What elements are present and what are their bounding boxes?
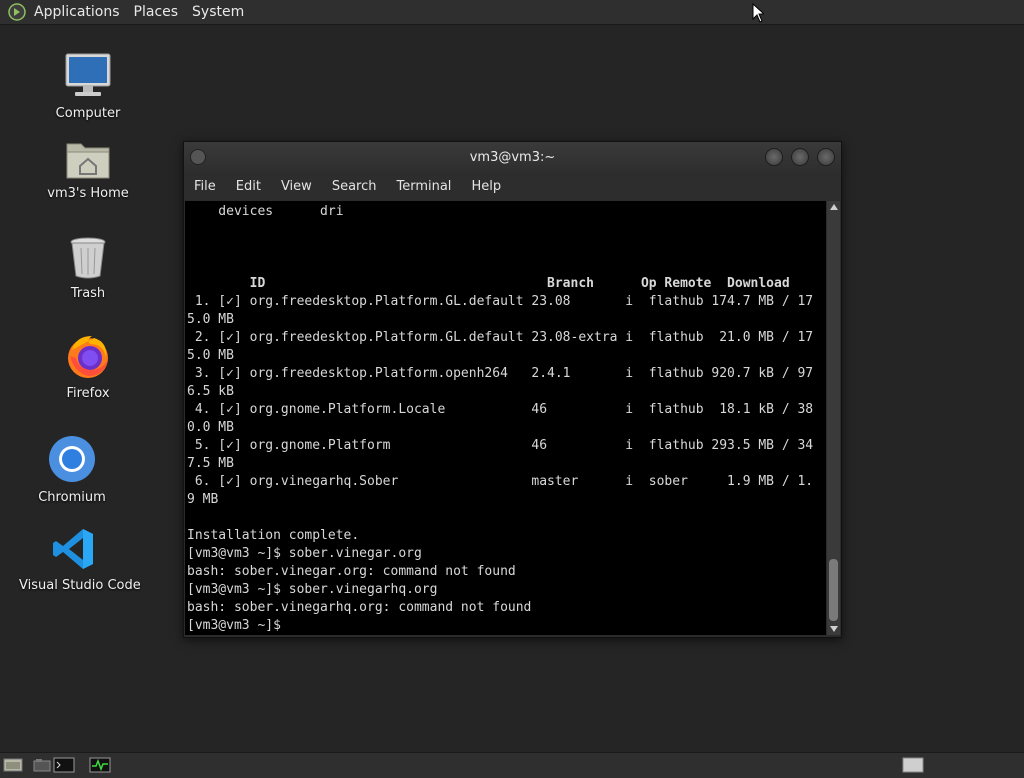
terminal-line: Installation complete. [187, 528, 360, 543]
desktop-icon-label: Computer [55, 106, 121, 121]
trash-icon [70, 237, 106, 279]
distro-logo-icon[interactable] [8, 3, 26, 21]
terminal-line: [vm3@vm3 ~]$ [187, 618, 289, 633]
terminal-line: bash: sober.vinegarhq.org: command not f… [187, 600, 532, 615]
desktop-icon-computer[interactable]: Computer [33, 44, 143, 121]
terminal-line: 1. [✓] org.freedesktop.Platform.GL.defau… [187, 294, 814, 309]
menu-help[interactable]: Help [471, 179, 501, 194]
terminal-line: 7.5 MB [187, 456, 234, 471]
terminal-line: 6.5 kB [187, 384, 234, 399]
terminal-launcher-icon[interactable] [53, 757, 75, 777]
menu-search[interactable]: Search [332, 179, 377, 194]
menu-places[interactable]: Places [134, 4, 179, 20]
desktop-icon-label: vm3's Home [47, 186, 129, 201]
desktop-icon-chromium[interactable]: Chromium [17, 428, 127, 505]
terminal-line: 5.0 MB [187, 348, 234, 363]
scroll-up-arrow-icon[interactable] [830, 204, 838, 210]
terminal-line: bash: sober.vinegar.org: command not fou… [187, 564, 516, 579]
terminal-window[interactable]: vm3@vm3:~ File Edit View Search Terminal… [183, 141, 842, 638]
mouse-cursor-icon [752, 2, 766, 27]
menu-file[interactable]: File [194, 179, 216, 194]
terminal-line: 6. [✓] org.vinegarhq.Sober master i sobe… [187, 474, 814, 489]
terminal-line: 2. [✓] org.freedesktop.Platform.GL.defau… [187, 330, 814, 345]
terminal-line: [vm3@vm3 ~]$ sober.vinegarhq.org [187, 582, 438, 597]
firefox-icon [68, 336, 108, 378]
file-manager-launcher-icon[interactable] [33, 757, 51, 777]
menu-edit[interactable]: Edit [236, 179, 261, 194]
desktop-icon-trash[interactable]: Trash [33, 224, 143, 301]
terminal-line: 0.0 MB [187, 420, 234, 435]
show-desktop-icon[interactable] [3, 757, 23, 777]
desktop-icon-label: Visual Studio Code [19, 578, 141, 593]
terminal-output[interactable]: devices dri ID Branch Op Remote Download… [185, 201, 826, 635]
maximize-button[interactable] [791, 148, 809, 166]
window-menu-icon[interactable] [190, 149, 206, 165]
menu-terminal[interactable]: Terminal [396, 179, 451, 194]
system-monitor-launcher-icon[interactable] [89, 757, 111, 777]
scrollbar-thumb[interactable] [829, 559, 838, 621]
home-folder-icon [66, 143, 110, 179]
desktop-icon-label: Chromium [38, 490, 106, 505]
terminal-menubar: File Edit View Search Terminal Help [184, 172, 841, 200]
desktop-icon-label: Firefox [66, 386, 110, 401]
window-titlebar[interactable]: vm3@vm3:~ [184, 142, 841, 172]
desktop-icon-label: Trash [70, 286, 106, 301]
close-button[interactable] [817, 148, 835, 166]
desktop-icon-vscode[interactable]: Visual Studio Code [19, 516, 141, 593]
top-panel: Applications Places System [0, 0, 1024, 25]
workspace-switcher[interactable] [902, 757, 924, 777]
vscode-icon [53, 529, 93, 569]
terminal-line: [vm3@vm3 ~]$ sober.vinegar.org [187, 546, 422, 561]
terminal-line: 5. [✓] org.gnome.Platform 46 i flathub 2… [187, 438, 814, 453]
menu-view[interactable]: View [281, 179, 312, 194]
terminal-line: 9 MB [187, 492, 219, 507]
chromium-icon [49, 436, 95, 482]
scroll-down-arrow-icon[interactable] [830, 626, 838, 632]
menu-system[interactable]: System [192, 4, 244, 20]
menu-applications[interactable]: Applications [34, 4, 120, 20]
desktop-icon-home[interactable]: vm3's Home [33, 124, 143, 201]
terminal-line: ID Branch Op Remote Download [187, 276, 790, 291]
desktop-icon-firefox[interactable]: Firefox [33, 324, 143, 401]
minimize-button[interactable] [765, 148, 783, 166]
computer-icon [65, 53, 111, 96]
terminal-line: 3. [✓] org.freedesktop.Platform.openh264… [187, 366, 814, 381]
terminal-line: 4. [✓] org.gnome.Platform.Locale 46 i fl… [187, 402, 814, 417]
bottom-panel [0, 752, 1024, 778]
terminal-scrollbar[interactable] [827, 201, 840, 635]
terminal-text: devices dri ID Branch Op Remote Download… [185, 201, 826, 635]
terminal-line: devices dri [187, 204, 344, 219]
terminal-line: 5.0 MB [187, 312, 234, 327]
window-title: vm3@vm3:~ [469, 149, 556, 165]
